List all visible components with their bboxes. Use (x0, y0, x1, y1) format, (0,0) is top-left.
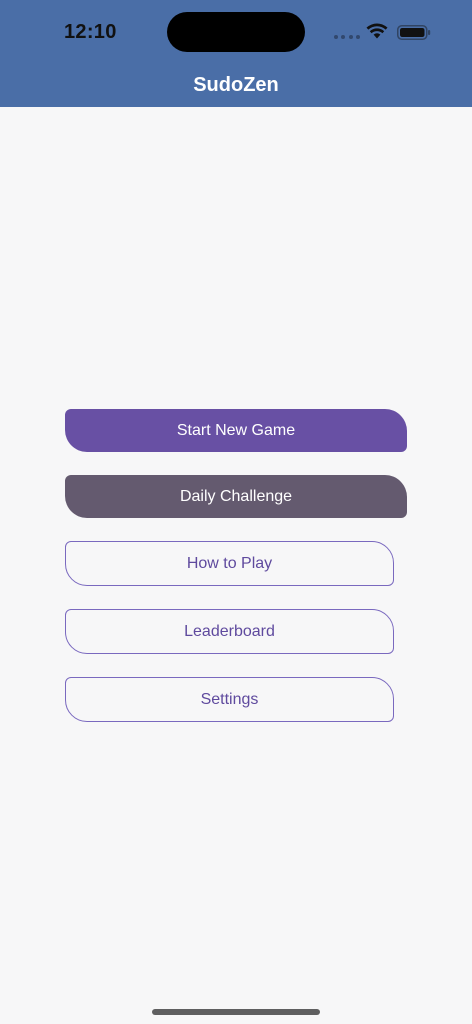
wifi-icon (366, 23, 388, 39)
home-screen: 12:10 SudoZen Start New Game Daily Chall… (0, 0, 472, 1024)
leaderboard-button[interactable]: Leaderboard (65, 609, 394, 654)
app-bar: 12:10 SudoZen (0, 0, 472, 107)
battery-icon (397, 25, 431, 40)
status-bar: 12:10 (0, 0, 472, 60)
status-time: 12:10 (64, 21, 117, 43)
daily-challenge-button[interactable]: Daily Challenge (65, 475, 407, 518)
settings-button[interactable]: Settings (65, 677, 394, 722)
start-new-game-button[interactable]: Start New Game (65, 409, 407, 452)
app-title: SudoZen (193, 74, 279, 96)
how-to-play-button[interactable]: How to Play (65, 541, 394, 586)
dynamic-island (167, 12, 305, 52)
home-indicator[interactable] (152, 1009, 320, 1015)
cellular-signal-icon (334, 35, 360, 39)
